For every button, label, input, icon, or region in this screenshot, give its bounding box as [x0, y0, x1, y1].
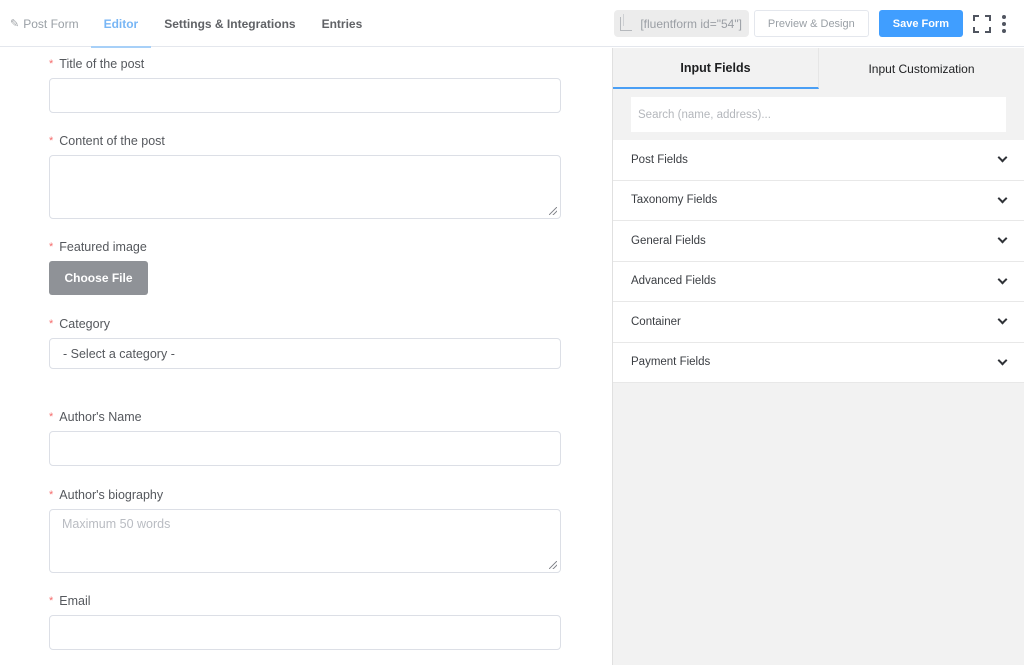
chevron-down-icon: [997, 355, 1008, 366]
field-title[interactable]: * Title of the post: [49, 56, 561, 113]
fullscreen-icon[interactable]: [973, 14, 991, 33]
required-marker: *: [49, 58, 54, 70]
email-input[interactable]: [49, 615, 561, 650]
chevron-down-icon: [997, 233, 1008, 244]
pencil-icon: ✎: [10, 18, 20, 30]
textarea-placeholder: Maximum 50 words: [62, 517, 171, 531]
chevron-down-icon: [997, 193, 1008, 204]
more-options-icon[interactable]: [1001, 14, 1007, 33]
content-textarea[interactable]: [49, 155, 561, 219]
form-editor-canvas: * Title of the post * Content of the pos…: [0, 48, 612, 665]
group-label: General Fields: [631, 234, 706, 247]
field-category[interactable]: * Category - Select a category -: [49, 316, 561, 369]
group-label: Advanced Fields: [631, 275, 717, 288]
required-marker: *: [49, 595, 54, 607]
chevron-down-icon: [997, 314, 1008, 325]
author-bio-textarea[interactable]: Maximum 50 words: [49, 509, 561, 573]
chevron-down-icon: [997, 152, 1008, 163]
main-nav: ✎ Post Form Editor Settings & Integratio…: [0, 0, 376, 48]
top-bar: ✎ Post Form Editor Settings & Integratio…: [0, 0, 1024, 48]
field-label: * Content of the post: [49, 134, 165, 148]
field-label: * Author's biography: [49, 488, 164, 502]
tab-entries[interactable]: Entries: [309, 0, 376, 47]
resize-handle-icon[interactable]: [549, 207, 557, 215]
header-actions: [fluentform id="54"] Preview & Design Sa…: [614, 0, 1024, 47]
required-marker: *: [49, 411, 54, 423]
field-label: * Author's Name: [49, 410, 142, 424]
tab-editor[interactable]: Editor: [90, 0, 152, 48]
field-label: * Email: [49, 594, 91, 608]
field-author-bio[interactable]: * Author's biography Maximum 50 words: [49, 487, 561, 573]
sidebar-tabs: Input Fields Input Customization: [613, 48, 1024, 89]
required-marker: *: [49, 318, 54, 330]
field-search-input[interactable]: Search (name, address)...: [631, 97, 1006, 132]
chevron-down-icon: [997, 274, 1008, 285]
field-label: * Category: [49, 317, 111, 331]
field-label: * Title of the post: [49, 57, 145, 71]
group-label: Post Fields: [631, 153, 688, 166]
fields-sidebar: Input Fields Input Customization Search …: [612, 48, 1024, 665]
tab-input-customization[interactable]: Input Customization: [819, 48, 1024, 89]
required-marker: *: [49, 241, 54, 253]
group-general-fields[interactable]: General Fields: [613, 221, 1024, 262]
field-author-name[interactable]: * Author's Name: [49, 409, 561, 466]
form-name: Post Form: [23, 16, 79, 31]
search-wrapper: Search (name, address)...: [613, 89, 1024, 139]
group-taxonomy-fields[interactable]: Taxonomy Fields: [613, 180, 1024, 221]
group-label: Taxonomy Fields: [631, 194, 718, 207]
title-input[interactable]: [49, 78, 561, 113]
choose-file-button[interactable]: Choose File: [49, 261, 148, 295]
category-select[interactable]: - Select a category -: [49, 338, 561, 369]
resize-handle-icon[interactable]: [549, 561, 557, 569]
author-name-input[interactable]: [49, 431, 561, 466]
field-featured-image[interactable]: * Featured image Choose File: [49, 239, 561, 295]
shortcode-copy-button[interactable]: [fluentform id="54"]: [614, 10, 749, 37]
required-marker: *: [49, 489, 54, 501]
field-email[interactable]: * Email: [49, 593, 561, 650]
field-groups-accordion: Post Fields Taxonomy Fields General Fiel…: [613, 140, 1024, 383]
copy-icon: [620, 13, 633, 31]
required-marker: *: [49, 135, 54, 147]
tab-input-fields[interactable]: Input Fields: [613, 48, 819, 89]
group-post-fields[interactable]: Post Fields: [613, 140, 1024, 181]
preview-design-button[interactable]: Preview & Design: [753, 10, 869, 37]
shortcode-text: [fluentform id="54"]: [640, 16, 742, 31]
tab-settings-integrations[interactable]: Settings & Integrations: [151, 0, 308, 47]
field-label: * Featured image: [49, 240, 147, 254]
form-name-link[interactable]: ✎ Post Form: [0, 0, 91, 47]
group-container[interactable]: Container: [613, 302, 1024, 343]
group-advanced-fields[interactable]: Advanced Fields: [613, 261, 1024, 302]
group-label: Container: [631, 315, 681, 328]
group-payment-fields[interactable]: Payment Fields: [613, 342, 1024, 383]
save-form-button[interactable]: Save Form: [878, 10, 963, 37]
group-label: Payment Fields: [631, 356, 711, 369]
field-content[interactable]: * Content of the post: [49, 133, 561, 219]
